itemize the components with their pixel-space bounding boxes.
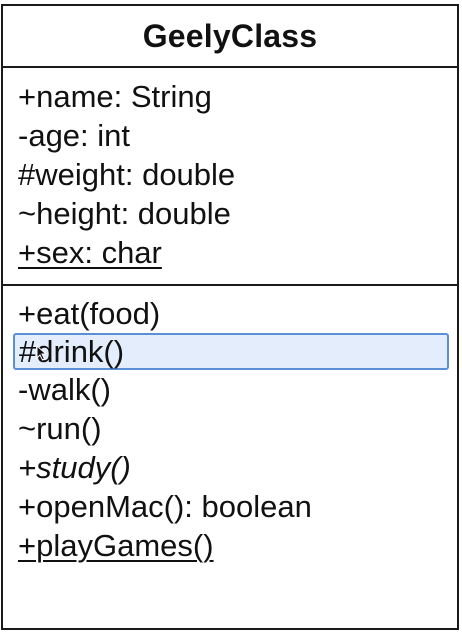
- method-study[interactable]: +study(): [3, 448, 457, 487]
- method-run[interactable]: ~run(): [3, 409, 457, 448]
- attribute-name[interactable]: +name: String: [3, 77, 457, 116]
- methods-compartment[interactable]: +eat(food) #drink() -walk() ~run() +stud…: [3, 286, 457, 565]
- attribute-sex[interactable]: +sex: char: [3, 233, 457, 272]
- method-playgames[interactable]: +playGames(): [3, 526, 457, 565]
- method-openmac[interactable]: +openMac(): boolean: [3, 487, 457, 526]
- class-name: GeelyClass: [142, 17, 318, 54]
- uml-class-box[interactable]: GeelyClass +name: String -age: int #weig…: [1, 4, 459, 630]
- method-drink-label: #drink(): [19, 334, 125, 369]
- attributes-compartment[interactable]: +name: String -age: int #weight: double …: [3, 68, 457, 286]
- method-walk[interactable]: -walk(): [3, 370, 457, 409]
- attribute-weight[interactable]: #weight: double: [3, 155, 457, 194]
- attribute-height[interactable]: ~height: double: [3, 194, 457, 233]
- method-eat[interactable]: +eat(food): [3, 294, 457, 333]
- mouse-pointer-icon: [36, 345, 48, 361]
- class-header[interactable]: GeelyClass: [3, 6, 457, 68]
- method-drink[interactable]: #drink(): [13, 333, 449, 370]
- attribute-age[interactable]: -age: int: [3, 116, 457, 155]
